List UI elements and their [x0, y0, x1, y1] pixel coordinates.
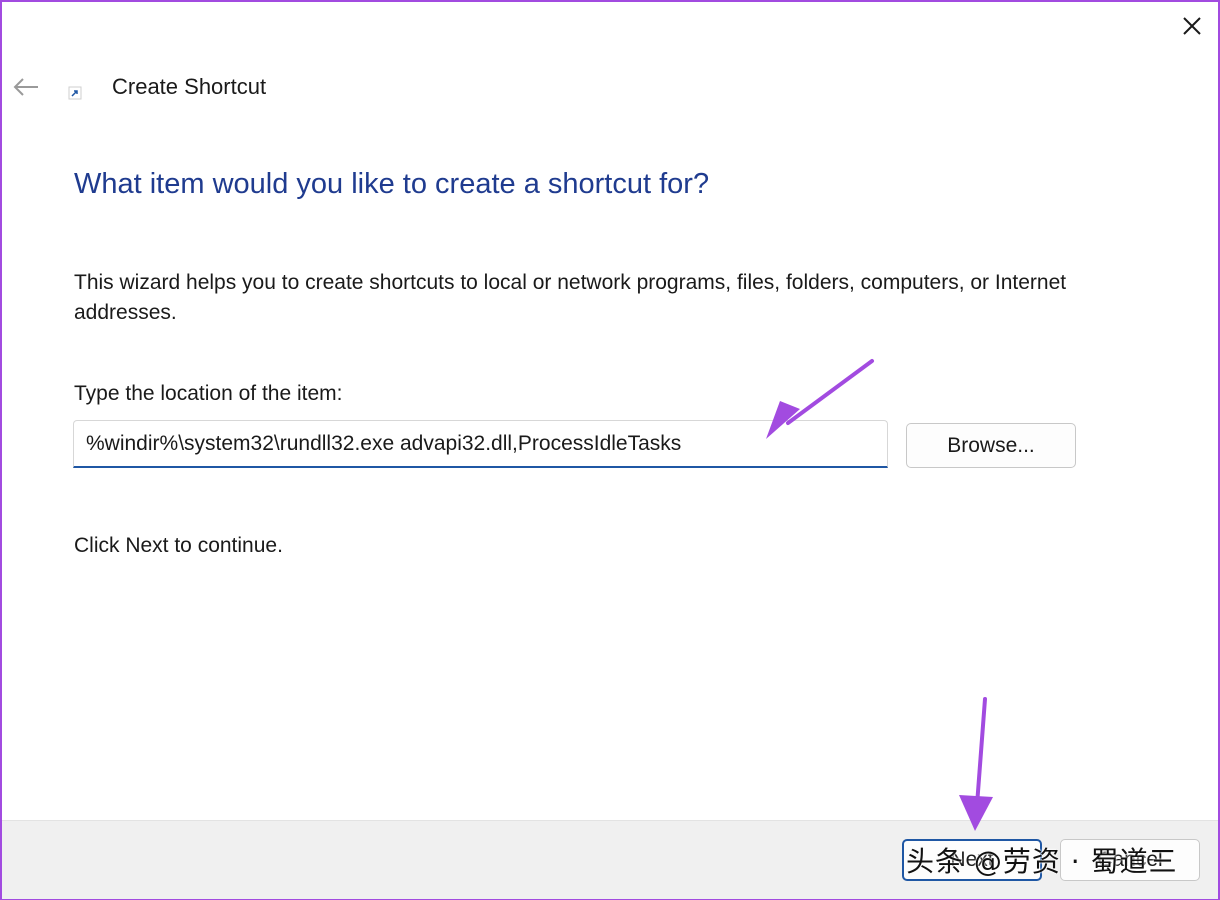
page-heading: What item would you like to create a sho…: [74, 168, 710, 200]
continue-instruction: Click Next to continue.: [74, 534, 283, 557]
next-button[interactable]: Next: [902, 839, 1042, 881]
wizard-description: This wizard helps you to create shortcut…: [74, 271, 1067, 324]
location-input[interactable]: [74, 421, 887, 466]
close-button[interactable]: [1176, 10, 1208, 42]
back-button[interactable]: [10, 72, 42, 102]
browse-button[interactable]: Browse...: [906, 423, 1076, 468]
back-arrow-icon: [13, 78, 38, 96]
shortcut-icon: [68, 86, 82, 100]
window-title: Create Shortcut: [112, 74, 267, 99]
location-label: Type the location of the item:: [74, 382, 343, 405]
location-field-wrapper: [73, 420, 888, 468]
cancel-button[interactable]: Cancel: [1060, 839, 1200, 881]
close-icon: [1183, 17, 1201, 35]
